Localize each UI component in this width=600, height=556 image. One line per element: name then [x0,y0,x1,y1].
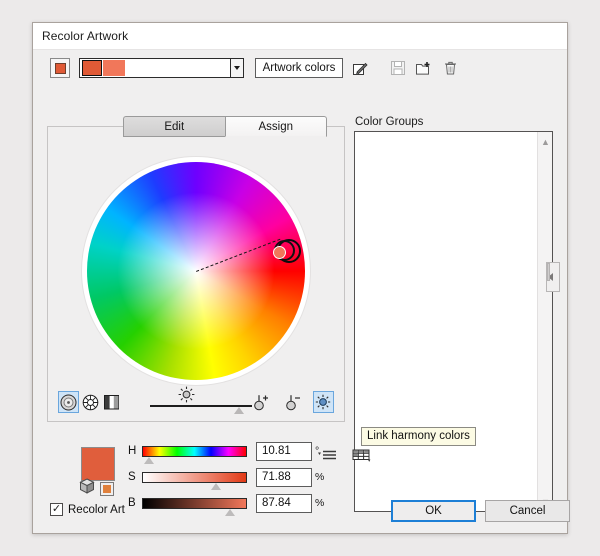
hue-value-field[interactable]: 10.81 [256,442,312,461]
color-groups-label: Color Groups [355,116,423,128]
hue-slider-thumb[interactable] [144,457,154,464]
recolor-artwork-dialog: Recolor Artwork Artwork colors [32,22,568,534]
trash-icon[interactable] [440,58,460,78]
brightness-slider[interactable] [150,389,251,415]
saturation-value-field[interactable]: 71.88 [256,468,312,487]
cancel-button-label: Cancel [510,505,546,517]
remove-color-icon [284,393,304,411]
color-groups-panel[interactable]: ▲ ▼ [354,131,553,512]
dialog-footer: ✓ Recolor Art OK Cancel [33,493,567,533]
swatch-2[interactable] [103,60,125,76]
screen-root: Recolor Artwork Artwork colors [0,0,600,556]
color-swatch-grid-icon[interactable] [352,448,372,469]
link-harmony-colors-button[interactable] [313,391,334,413]
edit-color-group-icon[interactable] [350,58,370,78]
cancel-button[interactable]: Cancel [485,500,570,522]
remove-color-button[interactable] [283,391,304,413]
color-swatch-icon [55,63,66,74]
color-group-combo[interactable] [79,58,231,78]
mode-tabs: Edit Assign [123,116,327,137]
tab-edit-label: Edit [164,121,184,133]
save-icon[interactable] [388,58,408,78]
saturation-slider-label: S [128,471,142,483]
color-groups-scrollbar[interactable]: ▲ ▼ [537,132,552,511]
brightness-slider-thumb[interactable] [234,407,244,414]
segmented-color-wheel-button[interactable] [79,391,100,413]
tooltip: Link harmony colors [361,427,476,446]
color-mode-menu-icon[interactable] [318,449,338,468]
color-marker[interactable] [271,239,301,269]
panel-collapse-handle[interactable] [546,262,560,292]
top-toolbar: Artwork colors [33,50,567,86]
color-group-name-label: Artwork colors [263,62,336,74]
color-bars-button[interactable] [101,391,122,413]
tab-assign[interactable]: Assign [225,116,328,137]
swatch-1[interactable] [82,60,102,76]
handle-grip-icon [547,263,550,281]
color-bars-icon [104,395,120,410]
hue-slider-label: H [128,445,142,457]
chevron-up-icon[interactable]: ▲ [538,134,553,149]
selected-color-preview[interactable] [81,447,115,481]
saturation-slider-track[interactable] [142,472,247,483]
hue-slider-track[interactable] [142,446,247,457]
segmented-wheel-icon [82,394,99,411]
saturation-slider-row: S 71.88 % [128,467,328,487]
saturation-unit-label: % [315,471,324,483]
chevron-down-icon[interactable] [230,58,244,78]
ok-button-label: OK [425,505,442,517]
smooth-wheel-icon [60,394,77,411]
dialog-title: Recolor Artwork [33,29,128,43]
color-wheel[interactable] [82,157,310,385]
tab-edit[interactable]: Edit [123,116,225,137]
current-color-swatch-button[interactable] [50,58,70,78]
add-color-icon [252,393,272,411]
ok-button[interactable]: OK [391,500,476,522]
color-group-name-field[interactable]: Artwork colors [255,58,343,78]
new-folder-icon[interactable] [414,58,434,78]
color-wheel-panel [47,126,345,422]
link-harmony-icon [315,394,331,410]
add-color-button[interactable] [252,391,273,413]
recolor-art-checkbox[interactable]: ✓ Recolor Art [50,503,125,516]
color-marker-dot[interactable] [273,246,286,259]
tab-assign-label: Assign [258,121,293,133]
mini-swatch-fill [103,485,111,493]
checkbox-check-icon[interactable]: ✓ [50,503,63,516]
smooth-color-wheel-button[interactable] [58,391,79,413]
saturation-slider[interactable] [142,472,247,483]
wheel-toolbar [48,388,344,416]
hue-slider[interactable] [142,446,247,457]
dialog-titlebar: Recolor Artwork [33,23,567,50]
color-editor-side-icons [318,448,372,469]
saturation-slider-thumb[interactable] [211,483,221,490]
recolor-art-label: Recolor Art [68,504,125,516]
hue-slider-row: H 10.81 ° [128,441,328,461]
